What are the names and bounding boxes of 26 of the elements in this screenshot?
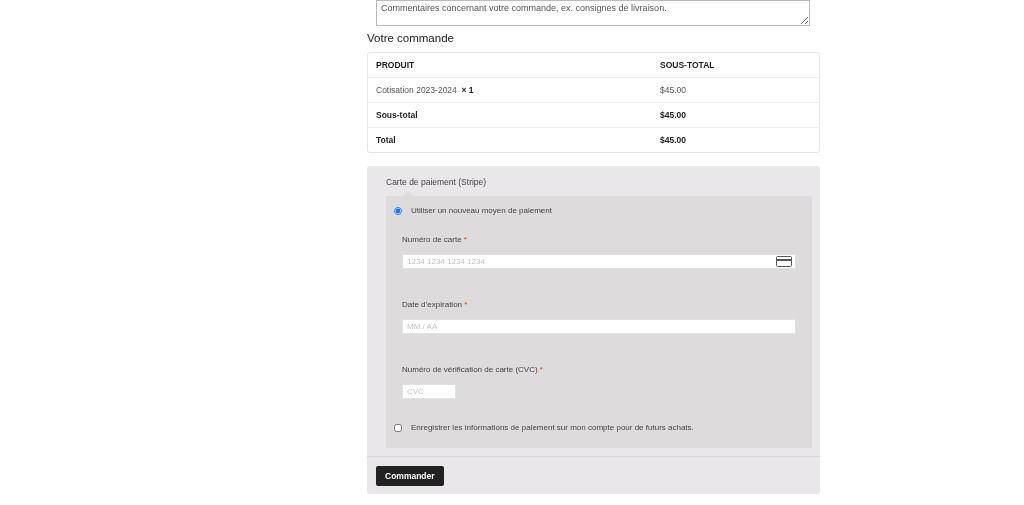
section-title: Votre commande [367, 32, 455, 44]
table-cell-text: $45.00 [659, 135, 687, 145]
input-field[interactable]: MM / AA [402, 319, 796, 334]
input-field[interactable]: 1234 1234 1234 1234 [402, 254, 796, 269]
required-mark: * [464, 300, 468, 309]
table-cell-text: Total [375, 135, 397, 145]
payment-method-label: Carte de paiement (Stripe) [386, 177, 487, 187]
table-cell-text: $45.00 [659, 110, 687, 120]
column-header: SOUS-TOTAL [659, 60, 716, 70]
table-cell-text: Cotisation 2023-2024 × 1 [375, 85, 475, 95]
order-button[interactable]: Commander [376, 466, 444, 486]
radio-label: Utiliser un nouveau moyen de paiement [411, 206, 552, 215]
checkbox[interactable] [394, 423, 402, 432]
required-mark: * [463, 235, 467, 244]
order-notes-field[interactable]: Commentaires concernant votre commande, ex. consignes de livraison. [376, 0, 810, 26]
radio-button[interactable] [394, 206, 402, 215]
required-mark: * [539, 365, 543, 374]
table-cell-text: Sous-total [375, 110, 419, 120]
input-field[interactable]: CVC [402, 384, 456, 399]
column-header: PRODUIT [375, 60, 416, 70]
checkbox-label: Enregistrer les informations de paiement sur mon compte pour de futurs achats. [411, 423, 694, 432]
field-label: Numéro de carte [402, 235, 462, 244]
table-cell-text: $45.00 [659, 85, 687, 95]
credit-card-icon [776, 256, 792, 267]
field-label: Numéro de vérification de carte (CVC) [402, 365, 538, 374]
field-label: Date d’expiration [402, 300, 463, 309]
